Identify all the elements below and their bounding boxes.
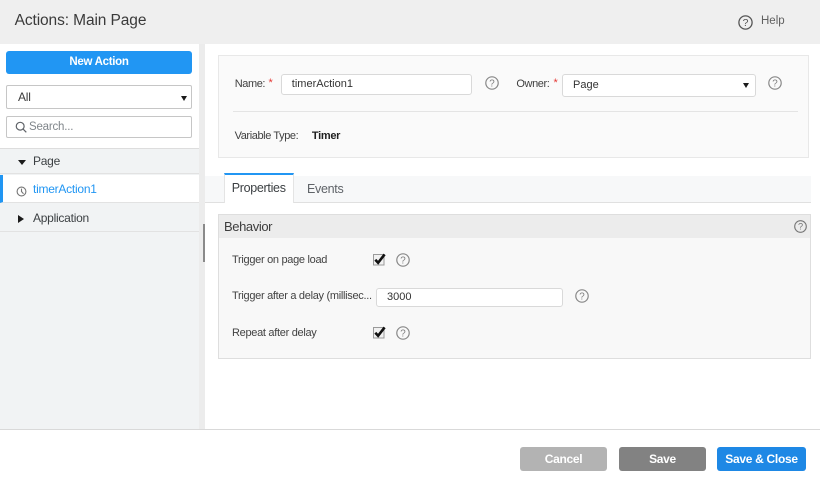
svg-text:?: ? <box>579 292 585 303</box>
svg-text:?: ? <box>798 222 803 232</box>
svg-text:?: ? <box>489 78 495 89</box>
svg-text:?: ? <box>743 17 749 29</box>
svg-text:?: ? <box>400 256 406 267</box>
svg-text:?: ? <box>400 329 406 340</box>
svg-text:?: ? <box>772 78 778 89</box>
